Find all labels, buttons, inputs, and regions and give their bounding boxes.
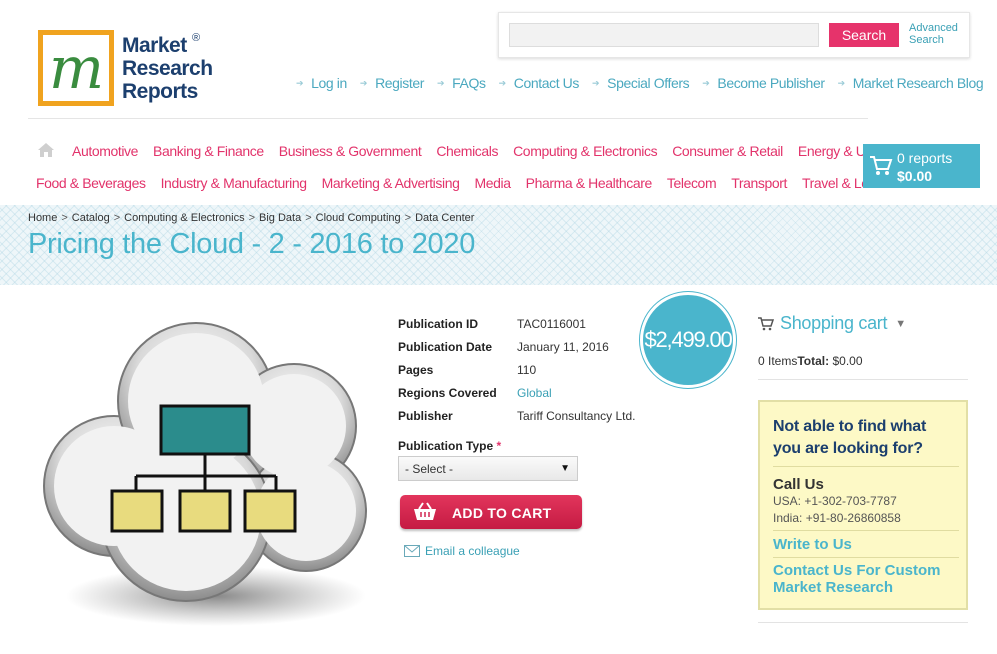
phone-usa: USA: +1-302-703-7787 — [773, 494, 897, 508]
breadcrumb: Home > Catalog > Computing & Electronics > Big… — [28, 212, 474, 224]
divider — [758, 622, 968, 623]
detail-publication-date: Publication Date January 11, 2016 — [398, 339, 609, 354]
publication-type-select[interactable]: - Select - ▼ — [398, 456, 578, 481]
email-colleague-link[interactable]: Email a colleague — [404, 544, 520, 558]
mini-cart-count: 0 reports — [897, 150, 953, 166]
top-link-faqs[interactable]: ➔ FAQs — [437, 75, 486, 91]
phone-india: India: +91-80-26860858 — [773, 511, 901, 525]
product-cloud-image — [43, 322, 367, 626]
call-us-heading: Call Us — [773, 476, 824, 493]
arrow-right-icon: ➔ — [498, 77, 507, 88]
write-to-us-link[interactable]: Write to Us — [773, 536, 852, 553]
breadcrumb-separator: > — [61, 212, 68, 224]
top-link-become-publisher[interactable]: ➔ Become Publisher — [702, 75, 825, 91]
arrow-right-icon: ➔ — [837, 77, 846, 88]
detail-publication-id: Publication ID TAC0116001 — [398, 316, 586, 331]
help-box-title: Not able to find what you are looking fo… — [773, 418, 927, 457]
advanced-search-link[interactable]: Advanced Search — [909, 22, 969, 46]
header-divider — [28, 118, 868, 119]
category-marketing-and-advertising[interactable]: Marketing & Advertising — [322, 175, 460, 191]
breadcrumb-home[interactable]: Home — [28, 212, 57, 224]
breadcrumb-computing-and-electronics[interactable]: Computing & Electronics — [124, 212, 244, 224]
dropdown-arrow-icon: ▼ — [560, 463, 570, 474]
category-nav-row-2: Food & Beverages Industry & Manufacturing… — [36, 175, 912, 191]
breadcrumb-separator: > — [305, 212, 312, 224]
top-link-market-research-blog[interactable]: ➔ Market Research Blog — [838, 75, 984, 91]
category-pharma-and-healthcare[interactable]: Pharma & Healthcare — [526, 175, 653, 191]
breadcrumb-catalog[interactable]: Catalog — [72, 212, 110, 224]
envelope-icon — [404, 545, 420, 557]
arrow-right-icon: ➔ — [702, 77, 710, 88]
top-link-special-offers[interactable]: ➔ Special Offers — [591, 75, 690, 91]
chevron-down-icon: ▼ — [895, 317, 906, 330]
detail-publisher: Publisher Tariff Consultancy Ltd. — [398, 408, 636, 423]
product-details: Publication ID TAC0116001 Publication Da… — [398, 312, 636, 427]
publication-type-label: Publication Type * — [398, 439, 502, 453]
category-food-and-beverages[interactable]: Food & Beverages — [36, 175, 146, 191]
cart-icon — [758, 316, 774, 330]
arrow-right-icon: ➔ — [296, 77, 304, 88]
mini-cart-amount: $0.00 — [897, 168, 933, 184]
detail-pages: Pages 110 — [398, 362, 537, 377]
arrow-right-icon: ➔ — [591, 77, 600, 88]
divider — [773, 557, 959, 558]
logo-wordmark: Market Research Reports — [122, 34, 213, 103]
required-marker: * — [496, 439, 502, 453]
category-consumer-and-retail[interactable]: Consumer & Retail — [672, 143, 783, 159]
top-nav: ➔ Log in ➔ Register ➔ FAQs ➔ Contact Us ➔ Special… — [296, 75, 996, 91]
category-nav-row-1: Automotive Banking & Finance Business & Go… — [72, 143, 912, 159]
search-input[interactable] — [509, 23, 819, 47]
home-icon[interactable] — [37, 142, 55, 158]
cart-icon — [870, 156, 893, 175]
divider — [773, 466, 959, 467]
category-media[interactable]: Media — [474, 175, 511, 191]
price-badge: $2,499.00 — [640, 292, 736, 388]
category-telecom[interactable]: Telecom — [667, 175, 717, 191]
add-to-cart-button[interactable]: ADD TO CART — [400, 495, 582, 529]
top-link-log-in[interactable]: ➔ Log in — [296, 75, 347, 91]
top-link-register[interactable]: ➔ Register — [360, 75, 424, 91]
basket-icon — [414, 502, 436, 520]
logo-registered-mark: ® — [192, 32, 201, 44]
arrow-right-icon: ➔ — [437, 77, 445, 88]
logo-mark: m — [38, 30, 114, 106]
category-industry-and-manufacturing[interactable]: Industry & Manufacturing — [161, 175, 307, 191]
breadcrumb-separator: > — [113, 212, 121, 224]
search-box: Search Advanced Search — [498, 12, 970, 58]
breadcrumb-cloud-computing[interactable]: Cloud Computing — [316, 212, 401, 224]
custom-research-link[interactable]: Contact Us For Custom Market Research — [773, 562, 963, 596]
category-chemicals[interactable]: Chemicals — [436, 143, 498, 159]
breadcrumb-data-center[interactable]: Data Center — [415, 212, 474, 224]
category-computing-and-electronics[interactable]: Computing & Electronics — [513, 143, 657, 159]
page-title: Pricing the Cloud - 2 - 2016 to 2020 — [28, 228, 476, 260]
shopping-cart-header[interactable]: Shopping cart ▼ — [758, 313, 906, 334]
help-box: Not able to find what you are looking fo… — [758, 400, 968, 610]
divider — [773, 530, 959, 531]
region-global-link[interactable]: Global — [517, 386, 552, 400]
detail-regions: Regions Covered Global — [398, 385, 552, 400]
category-business-and-government[interactable]: Business & Government — [279, 143, 422, 159]
category-automotive[interactable]: Automotive — [72, 143, 138, 159]
search-button[interactable]: Search — [829, 23, 899, 47]
shopping-cart-summary: 0 ItemsTotal: $0.00 — [758, 354, 863, 368]
category-banking-and-finance[interactable]: Banking & Finance — [153, 143, 264, 159]
arrow-right-icon: ➔ — [359, 77, 368, 88]
breadcrumb-separator: > — [404, 212, 412, 224]
top-link-contact-us[interactable]: ➔ Contact Us — [498, 75, 580, 91]
divider — [758, 379, 968, 380]
breadcrumb-big-data[interactable]: Big Data — [259, 212, 301, 224]
site-logo[interactable]: m Market Research Reports ® — [38, 28, 218, 110]
category-transport[interactable]: Transport — [731, 175, 787, 191]
mini-cart-button[interactable]: 0 reports $0.00 — [863, 144, 980, 188]
breadcrumb-separator: > — [248, 212, 256, 224]
